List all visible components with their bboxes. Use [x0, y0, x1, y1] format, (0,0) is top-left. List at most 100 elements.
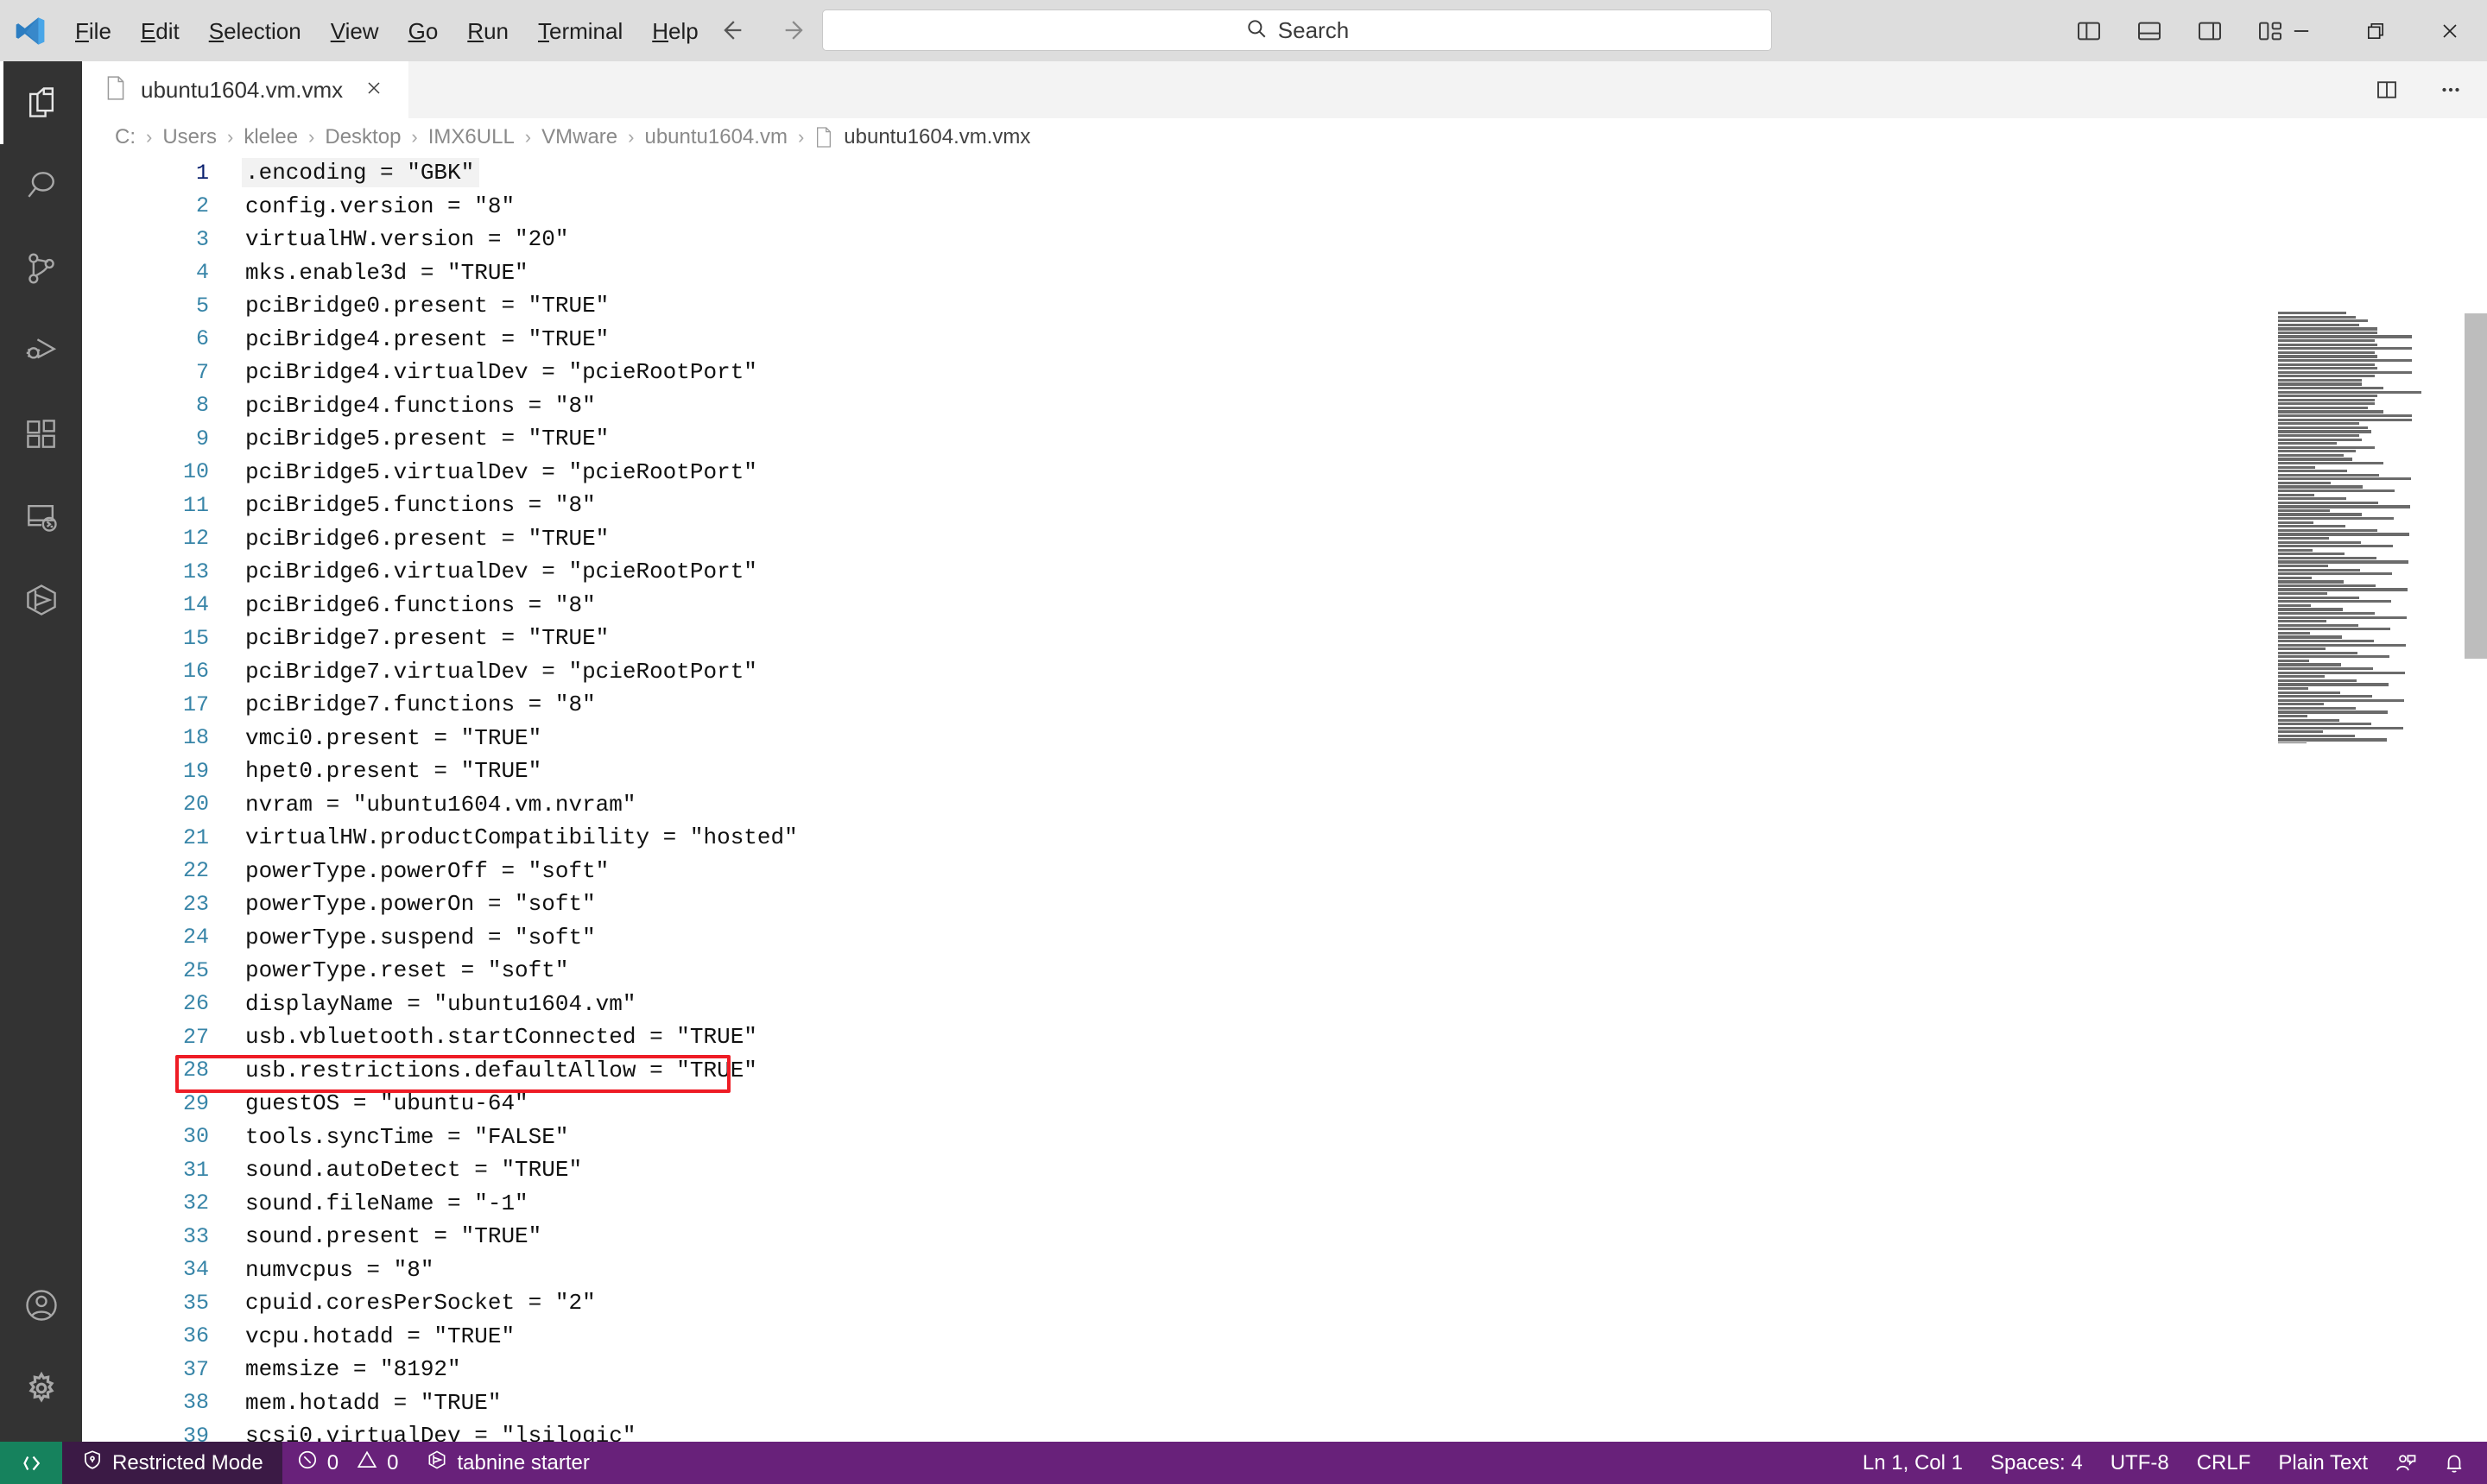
- menu-go[interactable]: Go: [394, 15, 453, 47]
- code-line[interactable]: 26 displayName = "ubuntu1604.vm": [82, 988, 803, 1021]
- search-input[interactable]: Search: [822, 9, 1772, 51]
- code-line[interactable]: 7 pciBridge4.virtualDev = "pcieRootPort": [82, 356, 803, 389]
- code-line[interactable]: 24 powerType.suspend = "soft": [82, 921, 803, 955]
- code-line[interactable]: 35 cpuid.coresPerSocket = "2": [82, 1286, 803, 1320]
- code-line[interactable]: 19 hpet0.present = "TRUE": [82, 755, 803, 788]
- line-content[interactable]: .encoding = "GBK": [242, 158, 480, 188]
- status-indentation[interactable]: Spaces: 4: [1977, 1442, 2097, 1484]
- sidebar-item-extensions[interactable]: [0, 393, 82, 476]
- line-content[interactable]: nvram = "ubuntu1604.vm.nvram": [242, 790, 641, 819]
- line-content[interactable]: tools.syncTime = "FALSE": [242, 1122, 573, 1152]
- line-content[interactable]: pciBridge5.functions = "8": [242, 490, 601, 520]
- breadcrumb-item-0[interactable]: C:: [115, 125, 136, 149]
- feedback-icon[interactable]: [2382, 1442, 2430, 1484]
- breadcrumb-item-4[interactable]: IMX6ULL: [428, 125, 515, 149]
- menu-help[interactable]: Help: [637, 15, 712, 47]
- tab-close-icon[interactable]: [357, 74, 391, 105]
- line-content[interactable]: pciBridge7.virtualDev = "pcieRootPort": [242, 657, 763, 686]
- code-line[interactable]: 34 numvcpus = "8": [82, 1254, 803, 1287]
- line-content[interactable]: pciBridge4.present = "TRUE": [242, 325, 614, 354]
- line-content[interactable]: usb.vbluetooth.startConnected = "TRUE": [242, 1022, 763, 1051]
- scrollbar-thumb[interactable]: [2465, 313, 2487, 659]
- code-line[interactable]: 37 memsize = "8192": [82, 1353, 803, 1386]
- code-line[interactable]: 13 pciBridge6.virtualDev = "pcieRootPort": [82, 555, 803, 589]
- code-line[interactable]: 21 virtualHW.productCompatibility = "host…: [82, 821, 803, 855]
- breadcrumb-item-2[interactable]: klelee: [244, 125, 298, 149]
- status-problems[interactable]: 0 0: [282, 1442, 413, 1484]
- arrow-right-icon[interactable]: [781, 16, 810, 49]
- line-content[interactable]: virtualHW.productCompatibility = "hosted…: [242, 823, 803, 852]
- code-line[interactable]: 30 tools.syncTime = "FALSE": [82, 1121, 803, 1154]
- line-content[interactable]: pciBridge6.present = "TRUE": [242, 524, 614, 553]
- code-line[interactable]: 2 config.version = "8": [82, 190, 803, 224]
- bell-icon[interactable]: [2430, 1442, 2478, 1484]
- code-line[interactable]: 5 pciBridge0.present = "TRUE": [82, 289, 803, 323]
- toggle-panel-icon[interactable]: [2124, 6, 2174, 56]
- breadcrumb-item-7[interactable]: ubuntu1604.vm.vmx: [844, 125, 1030, 149]
- line-content[interactable]: powerType.reset = "soft": [242, 956, 573, 985]
- line-content[interactable]: powerType.suspend = "soft": [242, 923, 601, 952]
- menu-view[interactable]: View: [316, 15, 394, 47]
- line-content[interactable]: mks.enable3d = "TRUE": [242, 258, 534, 287]
- code-line[interactable]: 6 pciBridge4.present = "TRUE": [82, 323, 803, 357]
- line-content[interactable]: sound.fileName = "-1": [242, 1189, 534, 1218]
- code-line[interactable]: 12 pciBridge6.present = "TRUE": [82, 522, 803, 556]
- restore-icon[interactable]: [2338, 0, 2413, 61]
- code-line[interactable]: 4 mks.enable3d = "TRUE": [82, 256, 803, 290]
- sidebar-item-search[interactable]: [0, 144, 82, 227]
- line-content[interactable]: config.version = "8": [242, 192, 520, 221]
- code-line[interactable]: 8 pciBridge4.functions = "8": [82, 389, 803, 423]
- code-line[interactable]: 22 powerType.powerOff = "soft": [82, 855, 803, 888]
- code-line[interactable]: 15 pciBridge7.present = "TRUE": [82, 622, 803, 655]
- menu-file[interactable]: File: [60, 15, 126, 47]
- editor-scrollbar[interactable]: [2465, 251, 2487, 1442]
- code-line[interactable]: 33 sound.present = "TRUE": [82, 1220, 803, 1254]
- toggle-primary-sidebar-icon[interactable]: [2064, 6, 2114, 56]
- status-language-mode[interactable]: Plain Text: [2264, 1442, 2382, 1484]
- line-content[interactable]: displayName = "ubuntu1604.vm": [242, 989, 641, 1019]
- line-content[interactable]: sound.autoDetect = "TRUE": [242, 1155, 587, 1184]
- code-line[interactable]: 25 powerType.reset = "soft": [82, 954, 803, 988]
- status-cursor-position[interactable]: Ln 1, Col 1: [1849, 1442, 1977, 1484]
- menu-run[interactable]: Run: [452, 15, 523, 47]
- line-content[interactable]: vmci0.present = "TRUE": [242, 723, 547, 753]
- arrow-left-icon[interactable]: [717, 16, 746, 49]
- line-content[interactable]: memsize = "8192": [242, 1355, 466, 1384]
- code-line[interactable]: 36 vcpu.hotadd = "TRUE": [82, 1320, 803, 1354]
- menu-terminal[interactable]: Terminal: [523, 15, 637, 47]
- line-content[interactable]: usb.restrictions.defaultAllow = "TRUE": [242, 1056, 763, 1085]
- code-line[interactable]: 3 virtualHW.version = "20": [82, 223, 803, 256]
- sidebar-item-run-and-debug[interactable]: [0, 310, 82, 393]
- status-eol[interactable]: CRLF: [2183, 1442, 2265, 1484]
- line-content[interactable]: mem.hotadd = "TRUE": [242, 1388, 506, 1418]
- sidebar-item-tabnine[interactable]: [0, 559, 82, 641]
- code-line[interactable]: 14 pciBridge6.functions = "8": [82, 589, 803, 622]
- status-encoding[interactable]: UTF-8: [2097, 1442, 2183, 1484]
- line-content[interactable]: powerType.powerOn = "soft": [242, 889, 601, 919]
- line-content[interactable]: pciBridge7.functions = "8": [242, 690, 601, 719]
- code-line[interactable]: 10 pciBridge5.virtualDev = "pcieRootPort": [82, 456, 803, 489]
- line-content[interactable]: virtualHW.version = "20": [242, 224, 573, 254]
- line-content[interactable]: hpet0.present = "TRUE": [242, 756, 547, 786]
- code-line[interactable]: 23 powerType.powerOn = "soft": [82, 887, 803, 921]
- sidebar-item-remote-explorer[interactable]: [0, 476, 82, 559]
- sidebar-item-settings[interactable]: [0, 1347, 82, 1430]
- breadcrumb-item-1[interactable]: Users: [162, 125, 217, 149]
- line-content[interactable]: pciBridge5.virtualDev = "pcieRootPort": [242, 458, 763, 487]
- split-editor-right-icon[interactable]: [2366, 69, 2408, 111]
- code-line[interactable]: 17 pciBridge7.functions = "8": [82, 688, 803, 722]
- code-line[interactable]: 32 sound.fileName = "-1": [82, 1187, 803, 1221]
- tab-ubuntu1604-vm-vmx[interactable]: ubuntu1604.vm.vmx: [82, 61, 410, 118]
- line-content[interactable]: pciBridge6.functions = "8": [242, 590, 601, 620]
- menu-edit[interactable]: Edit: [126, 15, 194, 47]
- code-line[interactable]: 28 usb.restrictions.defaultAllow = "TRUE": [82, 1054, 803, 1088]
- line-content[interactable]: numvcpus = "8": [242, 1255, 439, 1285]
- code-line[interactable]: 16 pciBridge7.virtualDev = "pcieRootPort": [82, 655, 803, 689]
- remote-window-icon[interactable]: [0, 1442, 62, 1484]
- toggle-secondary-sidebar-icon[interactable]: [2185, 6, 2235, 56]
- code-line[interactable]: 27 usb.vbluetooth.startConnected = "TRUE": [82, 1020, 803, 1054]
- line-content[interactable]: scsi0.virtualDev = "lsilogic": [242, 1421, 641, 1442]
- line-content[interactable]: cpuid.coresPerSocket = "2": [242, 1288, 601, 1317]
- breadcrumb-item-3[interactable]: Desktop: [325, 125, 401, 149]
- code-line[interactable]: 9 pciBridge5.present = "TRUE": [82, 422, 803, 456]
